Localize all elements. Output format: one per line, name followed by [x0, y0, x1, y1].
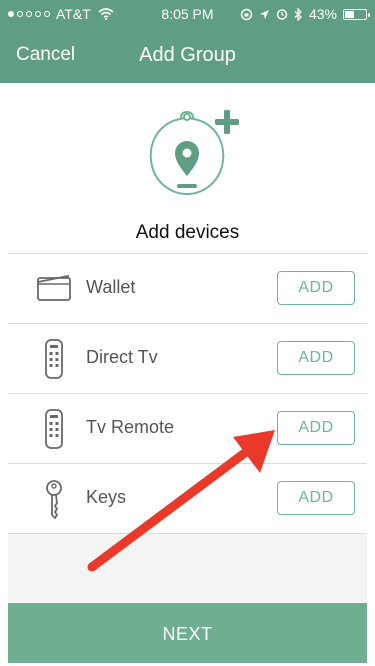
- rotation-lock-icon: [240, 8, 253, 20]
- alarm-icon: [276, 9, 288, 20]
- wallet-icon: [37, 274, 71, 301]
- status-right: 43%: [240, 6, 370, 22]
- add-wallet-button[interactable]: ADD: [277, 271, 355, 305]
- add-devices-heading: Add devices: [135, 222, 240, 243]
- device-row-tv-remote: Tv Remote ADD: [8, 394, 367, 464]
- device-label: Keys: [86, 487, 127, 507]
- battery-level: [345, 10, 355, 18]
- bluetooth-icon: [294, 7, 302, 21]
- top-bar: AT&T 8:05 PM 43% Add Group Cancel: [0, 0, 375, 83]
- add-tv-remote-button[interactable]: ADD: [277, 411, 355, 445]
- add-direct-tv-button[interactable]: ADD: [277, 341, 355, 375]
- device-row-direct-tv: Direct Tv ADD: [8, 324, 367, 394]
- device-row-wallet: Wallet ADD: [8, 254, 367, 324]
- device-label: Direct Tv: [86, 347, 158, 367]
- remote-icon: [45, 409, 63, 449]
- battery-percent: 43%: [308, 6, 337, 22]
- device-label: Wallet: [86, 277, 136, 297]
- add-keys-button[interactable]: ADD: [277, 481, 355, 515]
- next-button[interactable]: NEXT: [8, 603, 367, 663]
- battery-icon: [343, 8, 370, 20]
- key-icon: [46, 480, 62, 520]
- device-label: Tv Remote: [86, 417, 175, 437]
- tile-add-icon: [149, 110, 239, 196]
- status-bar: AT&T 8:05 PM 43%: [0, 6, 375, 26]
- cancel-button[interactable]: Cancel: [16, 44, 75, 66]
- device-list: Wallet ADD Direct Tv ADD Tv Remote ADD K…: [8, 253, 367, 604]
- remote-icon: [45, 339, 63, 379]
- location-icon: [259, 9, 269, 19]
- device-row-keys: Keys ADD: [8, 464, 367, 534]
